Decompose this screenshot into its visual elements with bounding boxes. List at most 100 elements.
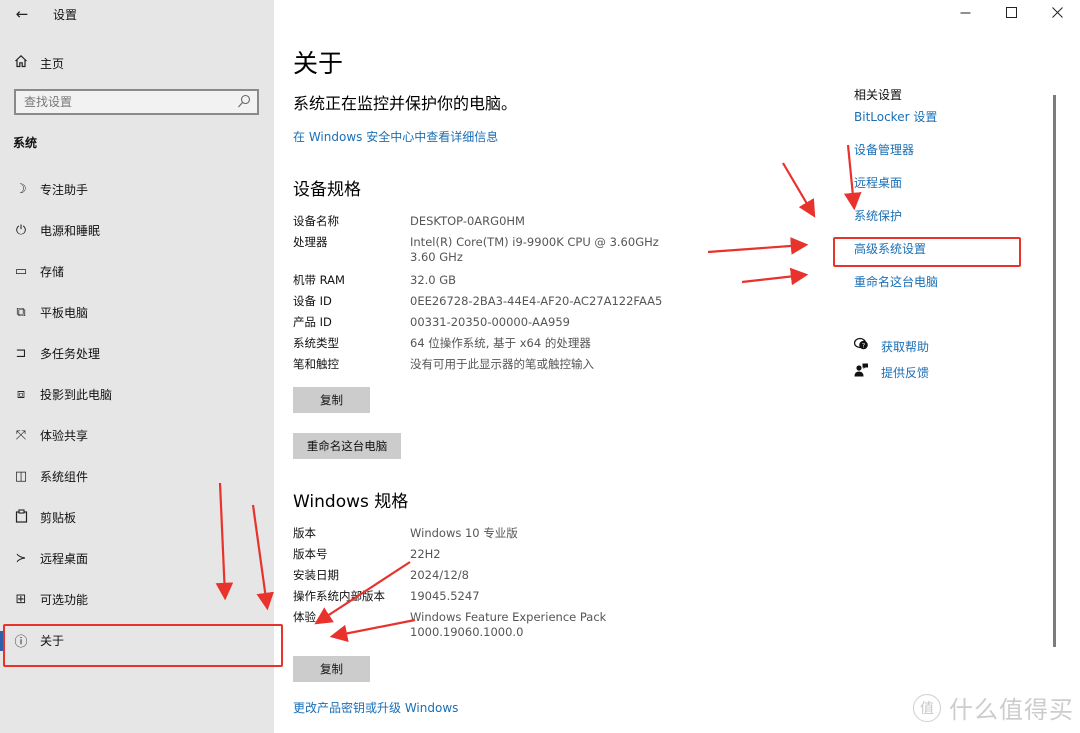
spec-key: 设备名称 (293, 214, 339, 228)
shared-experiences-icon: ⤧ (15, 428, 27, 443)
sidebar-nav: ☽ 专注助手 ⏻ 电源和睡眠 ▭ 存储 ⧉ 平板电脑 ⊐ 多任务处理 ⧈ 投影到… (0, 169, 274, 661)
clipboard-icon (0, 508, 40, 527)
sidebar-item-storage[interactable]: ▭ 存储 (0, 251, 274, 292)
main-content: 关于 系统正在监控并保护你的电脑。 在 Windows 安全中心中查看详细信息 … (274, 0, 1080, 733)
protection-status-text: 系统正在监控并保护你的电脑。 (293, 94, 518, 113)
spec-key: 版本 (293, 526, 316, 540)
tablet-icon: ⧉ (16, 305, 26, 320)
sidebar-item-label: 剪贴板 (40, 511, 77, 525)
copy-device-specs-button[interactable]: 复制 (293, 387, 370, 413)
sidebar-item-home[interactable]: 主页 (0, 50, 274, 76)
section-label-system: 系统 (13, 136, 38, 150)
spec-value: DESKTOP-0ARG0HM (410, 214, 525, 228)
scrollbar[interactable] (1053, 95, 1056, 647)
sidebar-item-shared-experiences[interactable]: ⤧ 体验共享 (0, 415, 274, 456)
windows-specs-heading: Windows 规格 (293, 492, 409, 512)
remote-desktop-icon: ≻ (15, 551, 27, 566)
spec-value: 64 位操作系统, 基于 x64 的处理器 (410, 336, 591, 350)
sidebar-item-about[interactable]: ⓘ 关于 (0, 620, 274, 661)
sidebar-item-tablet[interactable]: ⧉ 平板电脑 (0, 292, 274, 333)
sidebar-item-system-components[interactable]: ◫ 系统组件 (0, 456, 274, 497)
sidebar-item-focus-assist[interactable]: ☽ 专注助手 (0, 169, 274, 210)
spec-row: 系统类型 64 位操作系统, 基于 x64 的处理器 (293, 335, 693, 356)
remote-desktop-link[interactable]: 远程桌面 (854, 174, 1054, 207)
spec-value: 没有可用于此显示器的笔或触控输入 (410, 357, 594, 371)
search-box[interactable] (14, 89, 259, 115)
spec-key: 系统类型 (293, 336, 339, 350)
sidebar-item-multitasking[interactable]: ⊐ 多任务处理 (0, 333, 274, 374)
related-settings: 相关设置 BitLocker 设置 设备管理器 远程桌面 系统保护 高级系统设置… (854, 86, 1054, 306)
spec-value: 2024/12/8 (410, 568, 469, 582)
spec-row: 产品 ID 00331-20350-00000-AA959 (293, 314, 693, 335)
sidebar-item-optional-features[interactable]: ⊞ 可选功能 (0, 579, 274, 620)
close-icon (1051, 6, 1063, 22)
search-input[interactable] (24, 93, 224, 111)
sidebar-item-clipboard[interactable]: 剪贴板 (0, 497, 274, 538)
projecting-icon: ⧈ (16, 387, 26, 402)
moon-icon: ☽ (15, 182, 27, 197)
device-specs-heading: 设备规格 (293, 180, 361, 200)
minimize-button[interactable] (942, 0, 988, 28)
security-center-link[interactable]: 在 Windows 安全中心中查看详细信息 (293, 128, 498, 145)
upgrade-windows-link[interactable]: 更改产品密钥或升级 Windows (293, 699, 458, 716)
feedback-item[interactable]: 提供反馈 (854, 359, 929, 385)
system-protection-link[interactable]: 系统保护 (854, 207, 1054, 240)
spec-key: 体验 (293, 610, 316, 624)
info-icon: ⓘ (14, 635, 28, 650)
spec-key: 处理器 (293, 235, 328, 249)
spec-row: 设备名称 DESKTOP-0ARG0HM (293, 213, 693, 234)
back-button[interactable]: ← (10, 4, 34, 24)
windows-specs-table: 版本 Windows 10 专业版 版本号 22H2 安装日期 2024/12/… (293, 525, 693, 645)
close-button[interactable] (1034, 0, 1080, 28)
spec-value: Windows Feature Experience Pack 1000.190… (410, 610, 607, 639)
copy-windows-specs-button[interactable]: 复制 (293, 656, 370, 682)
spec-value: Windows 10 专业版 (410, 526, 518, 540)
watermark-text: 什么值得买 (949, 696, 1074, 724)
spec-value: Intel(R) Core(TM) i9-9900K CPU @ 3.60GHz… (410, 235, 659, 264)
search-icon[interactable] (237, 94, 251, 110)
spec-key: 笔和触控 (293, 357, 339, 371)
get-help-item[interactable]: ? 获取帮助 (853, 333, 929, 359)
optional-features-icon: ⊞ (15, 592, 27, 607)
spec-row: 机带 RAM 32.0 GB (293, 272, 693, 293)
spec-value: 22H2 (410, 547, 441, 561)
bitlocker-settings-link[interactable]: BitLocker 设置 (854, 108, 1054, 141)
multitasking-icon: ⊐ (15, 346, 27, 361)
help-section: ? 获取帮助 提供反馈 (853, 333, 929, 385)
spec-row: 笔和触控 没有可用于此显示器的笔或触控输入 (293, 356, 693, 377)
system-components-icon: ◫ (14, 469, 28, 484)
sidebar-item-label: 投影到此电脑 (40, 388, 113, 402)
sidebar-item-label: 平板电脑 (40, 306, 89, 320)
spec-row: 处理器 Intel(R) Core(TM) i9-9900K CPU @ 3.6… (293, 234, 693, 272)
related-settings-title: 相关设置 (854, 88, 903, 102)
spec-key: 产品 ID (293, 315, 332, 329)
spec-key: 设备 ID (293, 294, 332, 308)
app-title: 设置 (53, 8, 78, 22)
sidebar-item-projecting[interactable]: ⧈ 投影到此电脑 (0, 374, 274, 415)
get-help-icon: ? (853, 337, 881, 355)
rename-pc-button[interactable]: 重命名这台电脑 (293, 433, 401, 459)
sidebar-item-label: 多任务处理 (40, 347, 101, 361)
spec-row: 版本号 22H2 (293, 546, 693, 567)
sidebar-item-power-sleep[interactable]: ⏻ 电源和睡眠 (0, 210, 274, 251)
rename-pc-link[interactable]: 重命名这台电脑 (854, 273, 1054, 306)
spec-row: 安装日期 2024/12/8 (293, 567, 693, 588)
sidebar-item-label: 体验共享 (40, 429, 89, 443)
maximize-button[interactable] (988, 0, 1034, 28)
spec-value: 19045.5247 (410, 589, 480, 603)
advanced-system-settings-link[interactable]: 高级系统设置 (854, 240, 1054, 273)
watermark-logo-icon: 值 (913, 693, 941, 722)
feedback-icon (854, 363, 881, 381)
sidebar-item-label: 主页 (40, 56, 65, 71)
spec-key: 机带 RAM (293, 273, 345, 287)
get-help-label[interactable]: 获取帮助 (881, 338, 929, 355)
feedback-label[interactable]: 提供反馈 (881, 364, 929, 381)
sidebar: ← 设置 主页 系统 ☽ 专注助手 ⏻ 电源和睡眠 ▭ 存储 ⧉ 平板电脑 (0, 0, 274, 733)
spec-row: 版本 Windows 10 专业版 (293, 525, 693, 546)
device-manager-link[interactable]: 设备管理器 (854, 141, 1054, 174)
device-specs-table: 设备名称 DESKTOP-0ARG0HM 处理器 Intel(R) Core(T… (293, 213, 693, 377)
spec-key: 操作系统内部版本 (293, 589, 385, 603)
sidebar-item-remote-desktop[interactable]: ≻ 远程桌面 (0, 538, 274, 579)
spec-row: 操作系统内部版本 19045.5247 (293, 588, 693, 609)
svg-text:?: ? (862, 342, 865, 350)
